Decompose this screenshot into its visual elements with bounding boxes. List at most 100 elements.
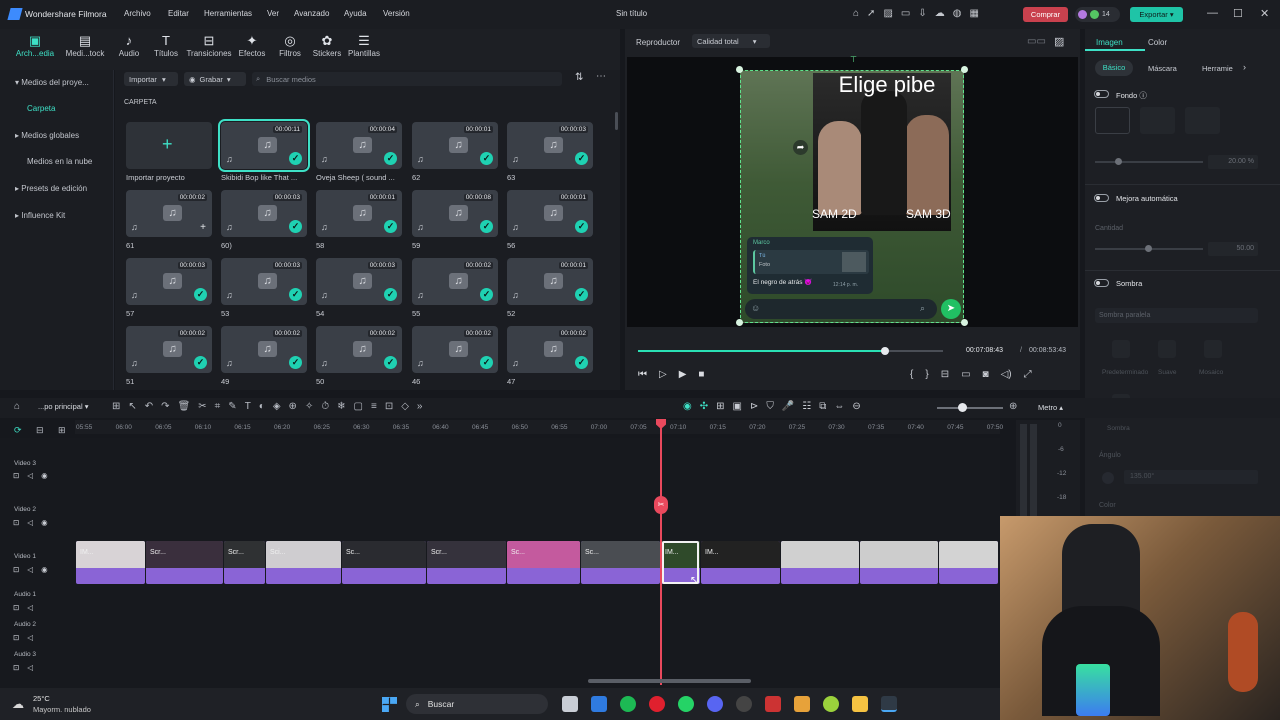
menu-archivo[interactable]: Archivo (124, 9, 151, 18)
mask-icon[interactable]: ◈ (273, 401, 281, 412)
amount-value[interactable]: 50.00 (1208, 242, 1258, 256)
frame-icon[interactable]: ▢ (354, 401, 363, 412)
meter-dropdown[interactable]: Metro ▴ (1038, 403, 1063, 412)
timeline-clip[interactable]: Scr... (427, 541, 506, 584)
export-button[interactable]: Exportar ▾ (1130, 7, 1183, 22)
sidebar-item-cloud[interactable]: Medios en la nube (27, 157, 92, 166)
bg-swatch-1[interactable] (1095, 107, 1130, 134)
import-dropdown[interactable]: Importar ▾ (124, 72, 178, 86)
media-tile[interactable]: 00:00:03 ♫ ♫ ✓ (221, 190, 307, 237)
media-tile[interactable]: 00:00:03 ♫ ♫ ✓ (316, 258, 402, 305)
quality-dropdown[interactable]: Calidad total ▾ (692, 34, 770, 48)
menu-version[interactable]: Versión (383, 9, 410, 18)
more-icon[interactable]: ⋯ (596, 71, 606, 82)
taskbar-search[interactable]: ⌕ Buscar (406, 694, 548, 714)
tool-templates[interactable]: ☰ Plantillas (341, 33, 387, 58)
shadow-type-select[interactable]: Sombra paralela (1095, 308, 1258, 323)
media-tile[interactable]: 00:00:02 ♫ ♫ ✓ (221, 326, 307, 373)
time-ruler[interactable] (75, 420, 1000, 434)
mic-icon[interactable]: 🎤 (782, 401, 794, 412)
motion-icon[interactable]: ⊕ (289, 401, 297, 412)
snapshot-icon[interactable]: ▨ (1054, 35, 1064, 48)
game-app-icon[interactable] (765, 696, 781, 712)
menu-ver[interactable]: Ver (267, 9, 279, 18)
discord-icon[interactable] (707, 696, 723, 712)
track-lock-icon[interactable]: ⊡ (13, 471, 19, 480)
file-explorer-icon[interactable] (852, 696, 868, 712)
media-tile[interactable]: 00:00:02 ♫ ♫ ✓ (412, 326, 498, 373)
media-tile[interactable]: 00:00:02 ♫ ♫ ✓ (126, 326, 212, 373)
playhead[interactable] (660, 420, 662, 685)
color-icon[interactable]: ◐ (259, 401, 265, 412)
media-tile[interactable]: 00:00:02 ♫ ♫ ✓ (412, 258, 498, 305)
media-tile[interactable]: 00:00:02 ♫ ♫ ✓ (507, 326, 593, 373)
speed-icon[interactable]: ⏱ (321, 401, 329, 412)
camera-icon[interactable]: ◙ (983, 369, 989, 380)
track-eye-icon[interactable]: ◉ (41, 565, 48, 574)
freeze-icon[interactable]: ❄ (337, 401, 345, 412)
media-tile[interactable]: 00:00:01 ♫ ♫ ✓ (316, 190, 402, 237)
select-icon[interactable]: ↖ (128, 401, 136, 412)
track-eye-icon[interactable]: ◉ (41, 471, 48, 480)
minecraft-icon[interactable] (794, 696, 810, 712)
stop-icon[interactable]: ■ (698, 369, 704, 380)
track-lock-icon[interactable]: ⊡ (13, 603, 19, 612)
background-slider-knob[interactable] (1115, 158, 1122, 165)
crop-icon[interactable]: ⌗ (215, 401, 221, 412)
calendar-app-icon[interactable] (591, 696, 607, 712)
playback-scrubber[interactable] (881, 347, 890, 355)
timeline-clip[interactable]: Sci... (266, 541, 341, 584)
media-tile[interactable]: 00:00:11 ♫ ♫ ✓ (218, 119, 310, 172)
media-scrollbar[interactable] (615, 112, 618, 130)
menu-herramientas[interactable]: Herramientas (204, 9, 252, 18)
tool-stock[interactable]: ▤ Medi...tock (62, 33, 108, 58)
send-icon[interactable]: ➚ (867, 8, 875, 19)
record-dropdown[interactable]: ◉ Grabar ▾ (184, 72, 246, 86)
more-tools-icon[interactable]: » (417, 401, 423, 412)
play-icon[interactable]: ▶ (679, 369, 687, 380)
timeline-clip[interactable]: Sc... (342, 541, 426, 584)
chrome-icon[interactable] (823, 696, 839, 712)
track-lock-icon[interactable]: ⊡ (13, 565, 19, 574)
preview-frame[interactable]: Elige pibe SAM 2D SAM 3D ➦ Marco Tú Foto… (740, 70, 964, 323)
timeline-clip[interactable]: Sc... (581, 541, 660, 584)
track-audio-icon[interactable]: ◁ (27, 471, 33, 480)
gift-icon[interactable]: ⌂ (853, 8, 859, 19)
compare-icon[interactable]: ▭▭ (1027, 36, 1046, 47)
filmora-taskbar-icon[interactable] (881, 696, 897, 712)
tab-color[interactable]: Color (1148, 38, 1167, 47)
link-icon[interactable]: ⟳ (14, 425, 22, 436)
redo-icon[interactable]: ↷ (161, 401, 169, 412)
snap-icon[interactable]: ◉ (683, 401, 692, 412)
sidebar-item-project-media[interactable]: ▾ Medios del proye... (15, 78, 89, 87)
timeline-clip[interactable]: IM... (701, 541, 780, 584)
track-audio-icon[interactable]: ◁ (27, 565, 33, 574)
home-icon[interactable]: ⌂ (14, 401, 20, 412)
timeline-clip[interactable]: Scr... (224, 541, 265, 584)
image-icon[interactable]: ▨ (883, 8, 892, 19)
sidebar-item-presets[interactable]: ▸ Presets de edición (15, 184, 87, 193)
cut-icon[interactable]: ✂ (198, 401, 206, 412)
bg-swatch-3[interactable] (1185, 107, 1220, 134)
timeline-clip[interactable]: IM... (76, 541, 145, 584)
timeline-clip[interactable]: Sc... (507, 541, 580, 584)
prev-frame-icon[interactable]: ⏮ (638, 369, 647, 380)
shadow-preset-default[interactable] (1112, 340, 1130, 358)
filter-icon[interactable]: ⇅ (575, 72, 583, 83)
mark-in-icon[interactable]: { (910, 369, 913, 380)
ai-audio-icon[interactable]: ⊞ (716, 401, 724, 412)
timeline-clip[interactable]: Scr... (146, 541, 223, 584)
track-lock-icon[interactable]: ⊡ (13, 663, 19, 672)
add-track-icon[interactable]: ⊞ (58, 425, 66, 436)
pen-icon[interactable]: ✎ (228, 401, 236, 412)
timeline-scrollbar[interactable] (588, 679, 751, 683)
text-icon[interactable]: T (245, 401, 251, 412)
background-slider[interactable] (1095, 161, 1203, 163)
whatsapp-icon[interactable] (678, 696, 694, 712)
sequence-selector[interactable]: ...po principal ▾ (38, 402, 88, 411)
adjust-icon[interactable]: ≡ (371, 401, 377, 412)
zoom-in-icon[interactable]: ⊕ (1009, 401, 1017, 412)
layout-icon[interactable]: ⊞ (112, 401, 120, 412)
subtab-basic[interactable]: Básico (1095, 60, 1133, 76)
delete-icon[interactable]: 🗑 (178, 401, 191, 412)
